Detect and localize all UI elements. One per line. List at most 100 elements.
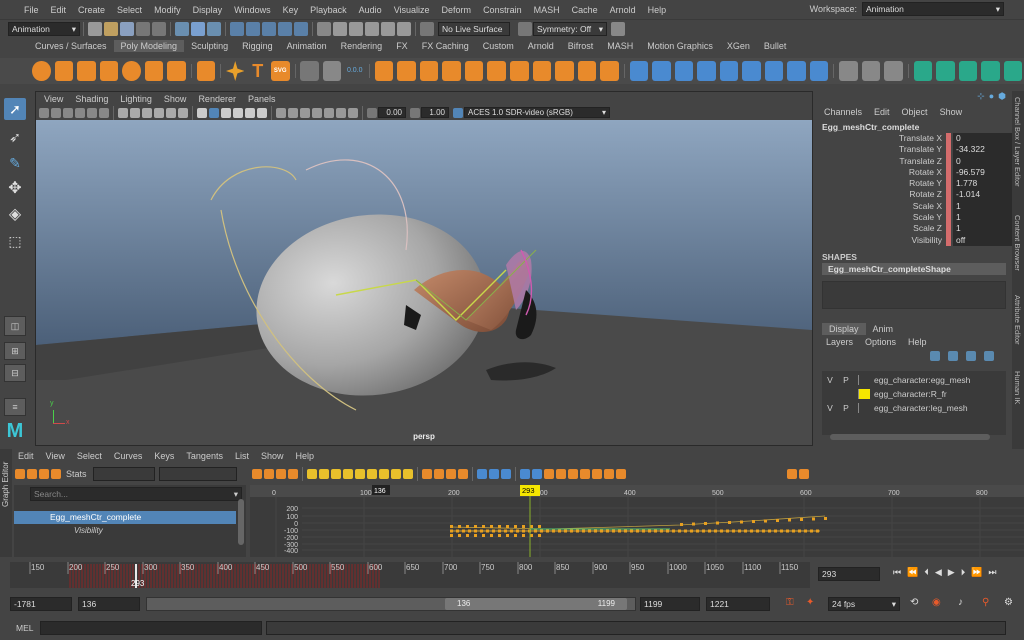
graph-menu-help[interactable]: Help bbox=[289, 451, 320, 461]
value-snap-icon[interactable] bbox=[567, 469, 578, 479]
menu-key[interactable]: Key bbox=[277, 5, 305, 15]
resolution-gate-icon[interactable] bbox=[142, 107, 152, 118]
channelbox-toggle-icon[interactable]: ⊹ bbox=[977, 91, 985, 102]
lasso-tool-icon[interactable]: ➶ bbox=[4, 126, 26, 148]
render-view-icon[interactable] bbox=[397, 22, 411, 36]
trax-icon[interactable] bbox=[615, 469, 626, 479]
play-forward-icon[interactable]: ▶ bbox=[948, 567, 955, 578]
shelf-tab-5[interactable]: Rendering bbox=[334, 40, 390, 52]
layer-menu-layers[interactable]: Layers bbox=[820, 337, 859, 347]
unfold-icon[interactable] bbox=[809, 61, 829, 81]
xray-icon[interactable] bbox=[324, 107, 334, 118]
quad-draw-icon[interactable] bbox=[697, 61, 716, 81]
image-plane-icon[interactable] bbox=[75, 107, 85, 118]
colorspace-dropdown[interactable]: ACES 1.0 SDR-video (sRGB) ▾ bbox=[464, 107, 610, 118]
graph-menu-edit[interactable]: Edit bbox=[12, 451, 40, 461]
graph-menu-select[interactable]: Select bbox=[71, 451, 108, 461]
channel-value[interactable]: 0 bbox=[953, 133, 1012, 145]
graph-menu-tangents[interactable]: Tangents bbox=[180, 451, 229, 461]
extrude-icon[interactable] bbox=[577, 61, 597, 81]
graph-search-field[interactable]: Search... ▾ bbox=[30, 487, 242, 501]
graph-menu-list[interactable]: List bbox=[229, 451, 255, 461]
side-tab[interactable]: Channel Box / Layer Editor bbox=[1013, 97, 1022, 187]
layer-name[interactable]: egg_character:R_fr bbox=[874, 387, 947, 401]
command-input[interactable] bbox=[40, 621, 262, 635]
menu-create[interactable]: Create bbox=[72, 5, 111, 15]
gamma-field[interactable]: 1.00 bbox=[421, 107, 449, 118]
shelf-tab-0[interactable]: Curves / Surfaces bbox=[28, 40, 114, 52]
ipr-icon[interactable] bbox=[349, 22, 363, 36]
new-empty-layer-icon[interactable] bbox=[966, 351, 976, 361]
2d-pan-icon[interactable] bbox=[87, 107, 97, 118]
channel-row[interactable]: Rotate Z -1.014 bbox=[816, 189, 1012, 201]
separate-icon[interactable] bbox=[397, 61, 416, 81]
menu-mash[interactable]: MASH bbox=[528, 5, 566, 15]
uv-editor-icon[interactable] bbox=[913, 61, 933, 81]
menu-edit[interactable]: Edit bbox=[45, 5, 73, 15]
channel-row[interactable]: Scale X 1 bbox=[816, 200, 1012, 213]
poly-torus-icon[interactable] bbox=[122, 61, 141, 81]
layer-scrollbar[interactable] bbox=[830, 434, 990, 440]
safe-action-icon[interactable] bbox=[178, 107, 188, 118]
append-icon[interactable] bbox=[555, 61, 574, 81]
default-in-icon[interactable] bbox=[390, 469, 401, 479]
redo-icon[interactable] bbox=[152, 22, 166, 36]
go-to-end-icon[interactable]: ⏭ bbox=[988, 567, 996, 578]
layer-row[interactable]: V Pegg_character:egg_mesh bbox=[822, 373, 1006, 387]
svg-icon[interactable]: SVG bbox=[271, 61, 290, 81]
layer-tab-display[interactable]: Display bbox=[822, 322, 866, 335]
menu-select[interactable]: Select bbox=[111, 5, 148, 15]
layer-tab-anim[interactable]: Anim bbox=[866, 323, 901, 335]
relax-brush-icon[interactable] bbox=[861, 61, 881, 81]
auto-key-icon[interactable]: ⚿ bbox=[786, 597, 794, 608]
layer-visibility-toggle[interactable]: V bbox=[822, 373, 838, 387]
fps-dropdown[interactable]: 24 fps ▾ bbox=[828, 597, 900, 611]
menu-cache[interactable]: Cache bbox=[566, 5, 604, 15]
new-layer-selected-icon[interactable] bbox=[984, 351, 994, 361]
smooth-icon[interactable] bbox=[419, 61, 439, 81]
shelf-tab-3[interactable]: Rigging bbox=[235, 40, 280, 52]
slide-edge-icon[interactable] bbox=[764, 61, 784, 81]
spline-tangent-icon[interactable] bbox=[318, 469, 329, 479]
uv-layout-icon[interactable] bbox=[1003, 61, 1023, 81]
layer-color-swatch[interactable] bbox=[858, 389, 870, 399]
shape-node[interactable]: Egg_meshCtr_completeShape bbox=[822, 262, 1006, 275]
poly-sphere-icon[interactable] bbox=[32, 61, 51, 81]
snap-view-icon[interactable] bbox=[278, 22, 292, 36]
viewport-menu-renderer[interactable]: Renderer bbox=[192, 94, 242, 104]
boolean-icon[interactable] bbox=[442, 61, 461, 81]
stats-field-2[interactable] bbox=[158, 467, 237, 481]
menu-arnold[interactable]: Arnold bbox=[604, 5, 642, 15]
gate-mask-icon[interactable] bbox=[154, 107, 164, 118]
playback-start-field[interactable]: 136 bbox=[78, 597, 140, 611]
layer-row[interactable]: egg_character:R_fr bbox=[822, 387, 1006, 401]
four-view-icon[interactable]: ⊞ bbox=[4, 342, 26, 360]
range-bar[interactable]: 136 1199 bbox=[146, 597, 636, 611]
graph-options-icon[interactable] bbox=[798, 469, 809, 479]
auto-tangent-icon[interactable] bbox=[306, 469, 317, 479]
shelf-tab-12[interactable]: Motion Graphics bbox=[640, 40, 720, 52]
menu-windows[interactable]: Windows bbox=[228, 5, 277, 15]
grid-icon[interactable] bbox=[118, 107, 128, 118]
undo-icon[interactable] bbox=[136, 22, 150, 36]
break-tangents-icon[interactable] bbox=[421, 469, 432, 479]
channel-row[interactable]: Rotate Y 1.778 bbox=[816, 178, 1012, 190]
shelf-tab-1[interactable]: Poly Modeling bbox=[113, 39, 185, 52]
animation-end-field[interactable]: 1221 bbox=[706, 597, 770, 611]
channelbox-menu-edit[interactable]: Edit bbox=[868, 107, 896, 117]
channel-value[interactable]: 1 bbox=[953, 200, 1012, 213]
wireframe-icon[interactable] bbox=[197, 107, 207, 118]
dope-sheet-icon[interactable] bbox=[603, 469, 614, 479]
channel-row[interactable]: Visibility off bbox=[816, 234, 1012, 246]
move-tool-icon[interactable]: ✥ bbox=[4, 178, 26, 200]
uv-planar-icon[interactable] bbox=[936, 61, 955, 81]
layer-row[interactable]: V Pegg_character:leg_mesh bbox=[822, 401, 1006, 415]
menu-audio[interactable]: Audio bbox=[353, 5, 388, 15]
film-gate-icon[interactable] bbox=[130, 107, 140, 118]
crease-icon[interactable] bbox=[787, 61, 806, 81]
fill-hole-icon[interactable] bbox=[532, 61, 552, 81]
uv-unfold-icon[interactable] bbox=[981, 61, 1000, 81]
render-icon[interactable] bbox=[333, 22, 347, 36]
layout-preset-icon[interactable]: ⊟ bbox=[4, 364, 26, 382]
select-hierarchy-icon[interactable] bbox=[175, 22, 189, 36]
